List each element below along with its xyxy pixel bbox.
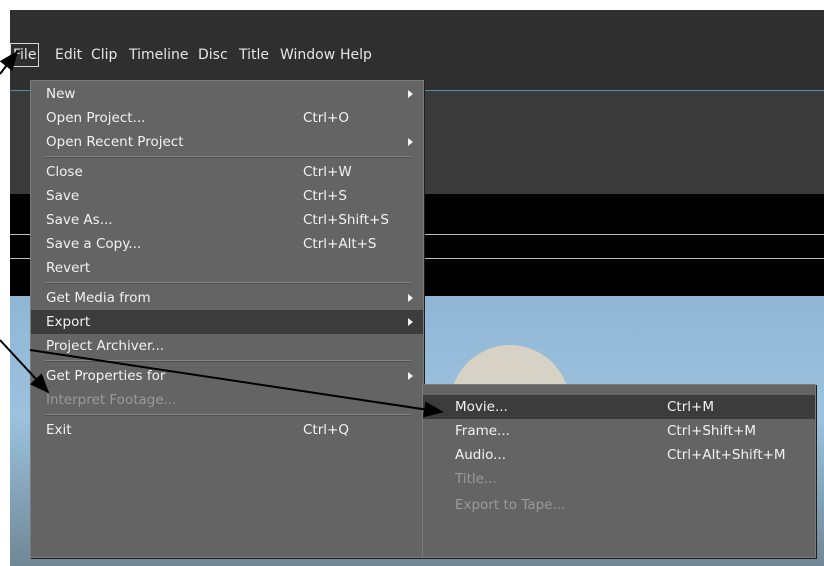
menu-item-label: Get Media from [46, 290, 151, 306]
menu-item-save-a-copy[interactable]: Save a Copy... Ctrl+Alt+S [31, 232, 423, 256]
menu-item-label: Frame... [455, 423, 510, 439]
menu-item-export[interactable]: Export [31, 310, 423, 334]
menu-item-save[interactable]: Save Ctrl+S [31, 184, 423, 208]
menu-help[interactable]: Help [340, 44, 372, 66]
menu-item-open-recent-project[interactable]: Open Recent Project [31, 130, 423, 154]
submenu-arrow-icon [408, 90, 413, 98]
menu-item-interpret-footage: Interpret Footage... [31, 388, 423, 412]
menu-timeline[interactable]: Timeline [129, 44, 189, 66]
menu-item-exit[interactable]: Exit Ctrl+Q [31, 418, 423, 442]
menu-item-label: Open Recent Project [46, 134, 184, 150]
menu-item-label: New [46, 86, 76, 102]
menu-item-save-as[interactable]: Save As... Ctrl+Shift+S [31, 208, 423, 232]
menu-item-label: Project Archiver... [46, 338, 165, 354]
menu-item-label: Save As... [46, 212, 113, 228]
menu-clip[interactable]: Clip [91, 44, 117, 66]
menu-item-shortcut: Ctrl+Q [303, 422, 349, 438]
submenu-arrow-icon [408, 372, 413, 380]
submenu-arrow-icon [408, 318, 413, 326]
menu-item-label: Exit [46, 422, 72, 438]
menu-item-label: Save a Copy... [46, 236, 142, 252]
file-menu: New Open Project... Ctrl+O Open Recent Pr… [30, 80, 424, 558]
menu-item-label: Export to Tape... [455, 497, 566, 513]
menu-separator [45, 282, 411, 284]
menu-item-shortcut: Ctrl+Shift+S [303, 212, 389, 228]
submenu-arrow-icon [408, 138, 413, 146]
menu-item-get-media-from[interactable]: Get Media from [31, 286, 423, 310]
menu-item-shortcut: Ctrl+W [303, 164, 352, 180]
menu-item-shortcut: Ctrl+Alt+Shift+M [667, 447, 786, 463]
menu-edit[interactable]: Edit [55, 44, 82, 66]
menu-item-shortcut: Ctrl+S [303, 188, 347, 204]
menu-separator [45, 414, 411, 416]
menu-item-new[interactable]: New [31, 82, 423, 106]
menu-item-label: Title... [455, 471, 497, 487]
menu-item-label: Save [46, 188, 80, 204]
submenu-arrow-icon [408, 294, 413, 302]
menu-item-revert[interactable]: Revert [31, 256, 423, 280]
menu-item-open-project[interactable]: Open Project... Ctrl+O [31, 106, 423, 130]
menu-item-shortcut: Ctrl+M [667, 399, 714, 415]
menu-item-label: Movie... [455, 399, 508, 415]
menu-file[interactable]: File [10, 43, 40, 67]
menu-item-shortcut: Ctrl+Shift+M [667, 423, 756, 439]
menu-disc[interactable]: Disc [198, 44, 228, 66]
menu-item-label: Open Project... [46, 110, 146, 126]
menu-item-shortcut: Ctrl+Alt+S [303, 236, 377, 252]
menu-item-label: Close [46, 164, 83, 180]
menu-item-export-title: Title... [423, 467, 815, 491]
menu-item-label: Export [46, 314, 91, 330]
menu-item-export-audio[interactable]: Audio... Ctrl+Alt+Shift+M [423, 443, 815, 467]
menu-window[interactable]: Window [280, 44, 335, 66]
menu-item-label: Interpret Footage... [46, 392, 177, 408]
menu-item-export-frame[interactable]: Frame... Ctrl+Shift+M [423, 419, 815, 443]
menu-bar: File Edit Clip Timeline Disc Title Windo… [10, 10, 824, 90]
export-submenu: Movie... Ctrl+M Frame... Ctrl+Shift+M Audi… [422, 384, 816, 558]
menu-separator [45, 156, 411, 158]
menu-item-shortcut: Ctrl+O [303, 110, 349, 126]
menu-item-label: Audio... [455, 447, 507, 463]
menu-item-get-properties-for[interactable]: Get Properties for [31, 364, 423, 388]
menu-item-export-to-tape: Export to Tape... [423, 493, 815, 517]
menu-item-label: Revert [46, 260, 91, 276]
menu-item-label: Get Properties for [46, 368, 166, 384]
menu-item-project-archiver[interactable]: Project Archiver... [31, 334, 423, 358]
menu-item-close[interactable]: Close Ctrl+W [31, 160, 423, 184]
menu-item-export-movie[interactable]: Movie... Ctrl+M [423, 395, 815, 419]
menu-title[interactable]: Title [239, 44, 269, 66]
menu-separator [45, 360, 411, 362]
